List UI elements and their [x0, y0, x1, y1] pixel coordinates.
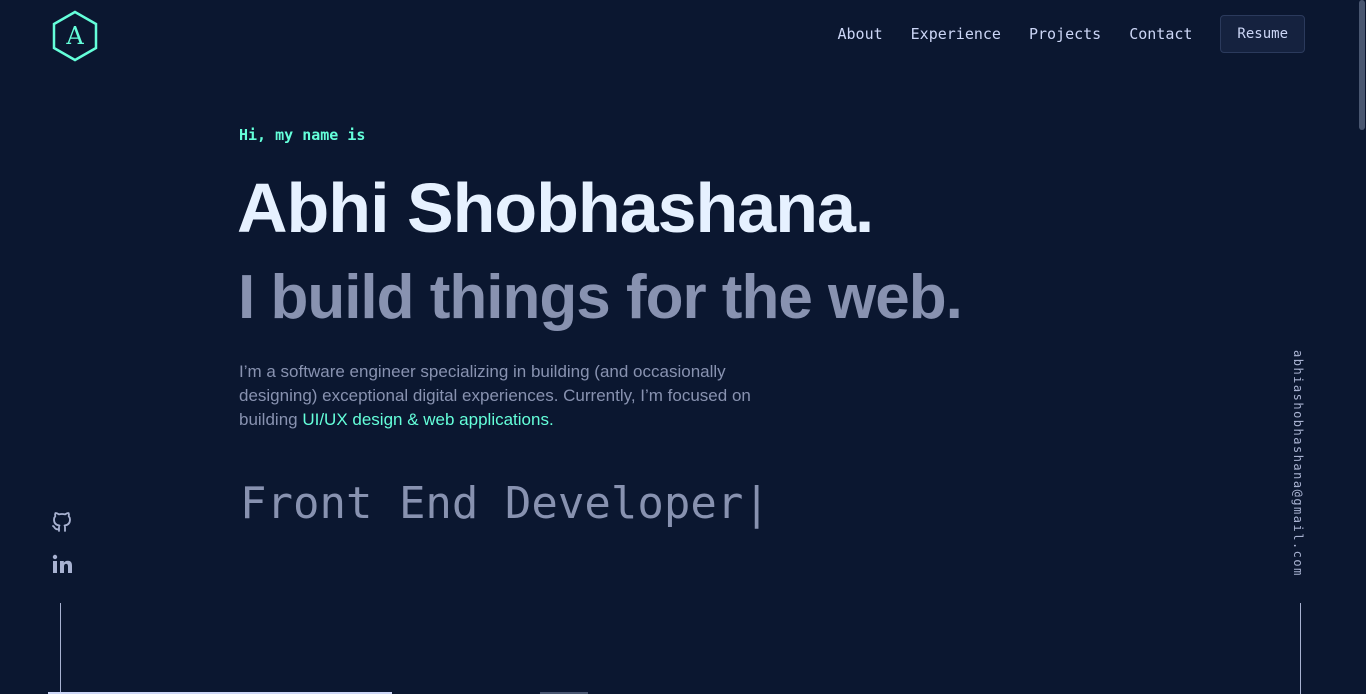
left-divider-line: [60, 603, 61, 694]
right-divider-line: [1300, 603, 1301, 694]
nav-experience-link[interactable]: Experience: [911, 25, 1001, 43]
social-links: [50, 510, 74, 594]
nav-about-link[interactable]: About: [837, 25, 882, 43]
scrollbar-thumb[interactable]: [1359, 0, 1365, 130]
intro-text: Hi, my name is: [239, 126, 366, 144]
nav-contact-link[interactable]: Contact: [1129, 25, 1192, 43]
top-nav: About Experience Projects Contact Resume: [837, 15, 1305, 53]
resume-button[interactable]: Resume: [1220, 15, 1305, 53]
typed-role-text: Front End Developer|: [240, 478, 770, 529]
linkedin-icon[interactable]: [50, 552, 74, 576]
logo-letter: A: [66, 22, 84, 50]
description-highlight[interactable]: UI/UX design & web applications.: [302, 410, 553, 429]
nav-projects-link[interactable]: Projects: [1029, 25, 1101, 43]
hero-tagline: I build things for the web.: [238, 263, 963, 332]
page-scrollbar[interactable]: [1358, 0, 1366, 694]
hero-description: I’m a software engineer specializing in …: [239, 360, 779, 432]
github-icon[interactable]: [50, 510, 74, 534]
hero-name: Abhi Shobhashana.: [237, 169, 874, 247]
logo[interactable]: A: [51, 10, 99, 62]
email-link[interactable]: abhiashobhashana@gmail.com: [1291, 350, 1305, 577]
